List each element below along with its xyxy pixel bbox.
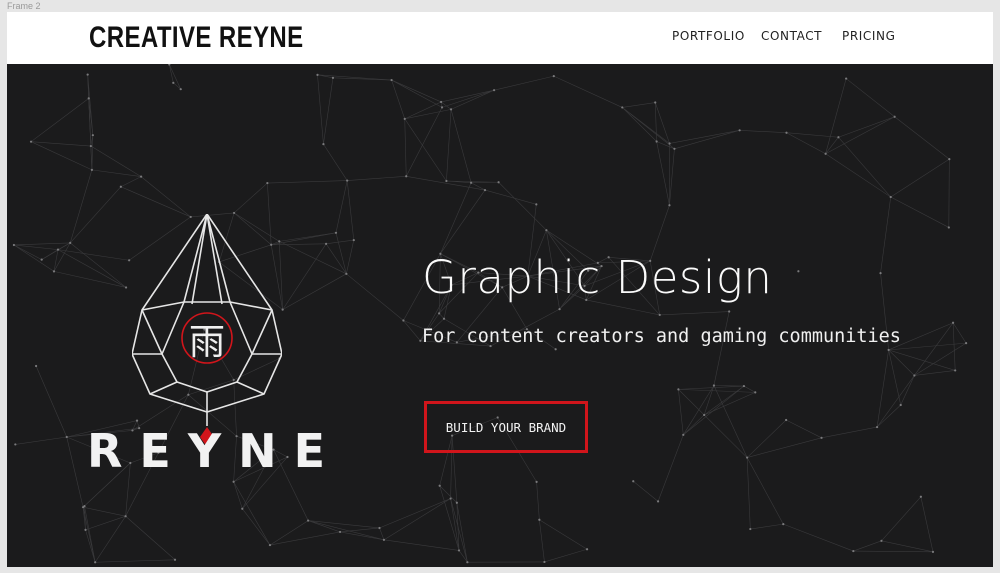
build-your-brand-button[interactable]: BUILD YOUR BRAND bbox=[424, 401, 588, 453]
site-header: CREATIVE REYNE PORTFOLIO CONTACT PRICING bbox=[7, 12, 993, 64]
hero-subheadline: For content creators and gaming communit… bbox=[422, 326, 901, 347]
reyne-crystal-logo-icon: 雨 bbox=[132, 214, 282, 426]
rain-kanji-icon: 雨 bbox=[189, 322, 225, 363]
page-frame: CREATIVE REYNE PORTFOLIO CONTACT PRICING… bbox=[7, 12, 993, 567]
hero-section: 雨 REYNE Graphic Design For content creat… bbox=[7, 64, 993, 567]
frame-label: Frame 2 bbox=[7, 1, 41, 11]
brand-logo-text[interactable]: CREATIVE REYNE bbox=[89, 18, 304, 58]
nav-pricing[interactable]: PRICING bbox=[842, 29, 896, 43]
logo-wordmark: REYNE bbox=[87, 424, 343, 478]
hero-headline: Graphic Design bbox=[422, 251, 773, 304]
nav-contact[interactable]: CONTACT bbox=[761, 29, 822, 43]
nav-portfolio[interactable]: PORTFOLIO bbox=[672, 29, 745, 43]
